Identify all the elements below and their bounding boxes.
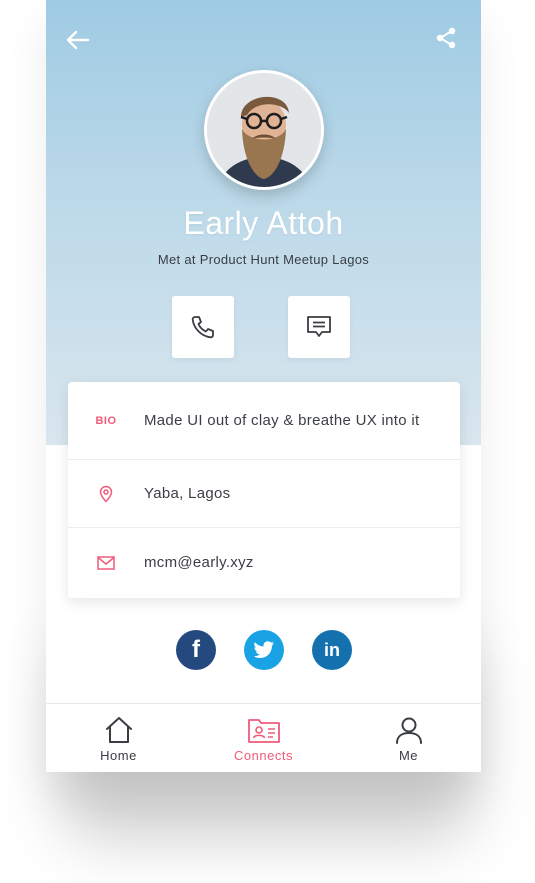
location-text: Yaba, Lagos [144, 484, 231, 502]
mail-icon [97, 556, 115, 570]
profile-subtitle: Met at Product Hunt Meetup Lagos [157, 252, 370, 267]
home-icon [105, 717, 132, 743]
tab-me[interactable]: Me [336, 704, 481, 772]
linkedin-icon: in [324, 639, 340, 660]
twitter-bird-icon [253, 641, 274, 658]
share-icon [436, 27, 456, 49]
tab-connects-label: Connects [234, 748, 293, 763]
location-pin-icon [99, 485, 113, 503]
message-icon [307, 316, 331, 337]
bottom-tab-bar: Home Connects Me [46, 703, 481, 772]
message-button[interactable] [288, 296, 350, 358]
arrow-left-icon [66, 30, 90, 50]
email-row[interactable]: mcm@early.xyz [68, 528, 460, 598]
location-row: Yaba, Lagos [68, 460, 460, 528]
phone-icon [191, 316, 214, 339]
avatar [204, 70, 324, 190]
linkedin-button[interactable]: in [312, 630, 352, 670]
facebook-icon: f [192, 636, 200, 663]
phone-screen: Early Attoh Met at Product Hunt Meetup L… [46, 0, 481, 772]
back-button[interactable] [62, 24, 94, 56]
contacts-folder-icon [247, 719, 280, 743]
details-card: BIO Made UI out of clay & breathe UX int… [68, 382, 460, 598]
tab-home[interactable]: Home [46, 704, 191, 772]
share-button[interactable] [432, 24, 460, 52]
bio-tag: BIO [95, 414, 117, 427]
bio-text: Made UI out of clay & breathe UX into it [144, 411, 420, 429]
profile-name: Early Attoh [183, 205, 344, 241]
avatar-photo [207, 73, 321, 187]
facebook-button[interactable]: f [176, 630, 216, 670]
tab-me-label: Me [398, 748, 419, 763]
bio-row: BIO Made UI out of clay & breathe UX int… [68, 382, 460, 460]
user-icon [395, 717, 422, 744]
tab-connects[interactable]: Connects [191, 704, 336, 772]
tab-home-label: Home [100, 748, 137, 763]
twitter-button[interactable] [244, 630, 284, 670]
email-text[interactable]: mcm@early.xyz [144, 553, 254, 573]
call-button[interactable] [172, 296, 234, 358]
